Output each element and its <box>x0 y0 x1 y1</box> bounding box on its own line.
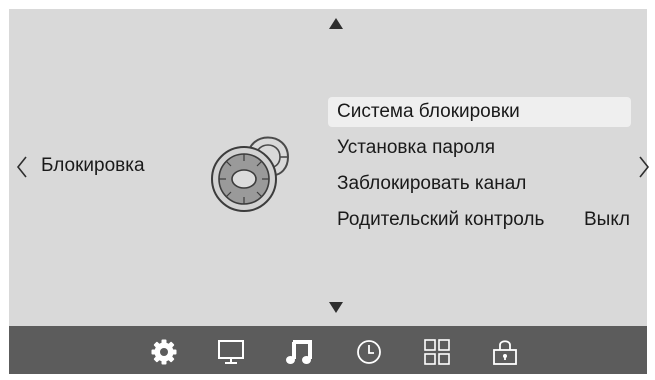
arrow-up-icon[interactable] <box>329 18 343 29</box>
menu-item-parental-control[interactable]: Родительский контроль Выкл <box>328 205 638 235</box>
bottom-bar <box>9 326 647 374</box>
menu-item-label: Установка пароля <box>337 137 496 158</box>
padlock-icon <box>211 136 290 212</box>
settings-gear-icon[interactable] <box>150 338 178 366</box>
chevron-right-icon[interactable] <box>637 154 651 180</box>
menu-item-label: Система блокировки <box>337 101 520 122</box>
menu-item-label: Заблокировать канал <box>337 173 527 194</box>
menu-item-lock-system[interactable]: Система блокировки <box>328 97 631 127</box>
chevron-left-icon[interactable] <box>15 154 29 180</box>
music-note-icon[interactable] <box>285 338 313 366</box>
menu-item-set-password[interactable]: Установка пароля <box>328 133 638 163</box>
parental-control-value: Выкл <box>584 209 630 230</box>
menu-list: Система блокировки Установка пароля Забл… <box>328 97 638 241</box>
menu-screen: Блокировка Система блокировки Установка … <box>9 9 650 326</box>
monitor-icon[interactable] <box>217 338 245 366</box>
menu-item-block-channel[interactable]: Заблокировать канал <box>328 169 638 199</box>
category-label: Блокировка <box>41 155 145 176</box>
grid-icon[interactable] <box>423 338 451 366</box>
clock-icon[interactable] <box>355 338 383 366</box>
menu-item-label: Родительский контроль <box>337 209 545 230</box>
lock-icon[interactable] <box>491 338 519 366</box>
arrow-down-icon[interactable] <box>329 302 343 313</box>
